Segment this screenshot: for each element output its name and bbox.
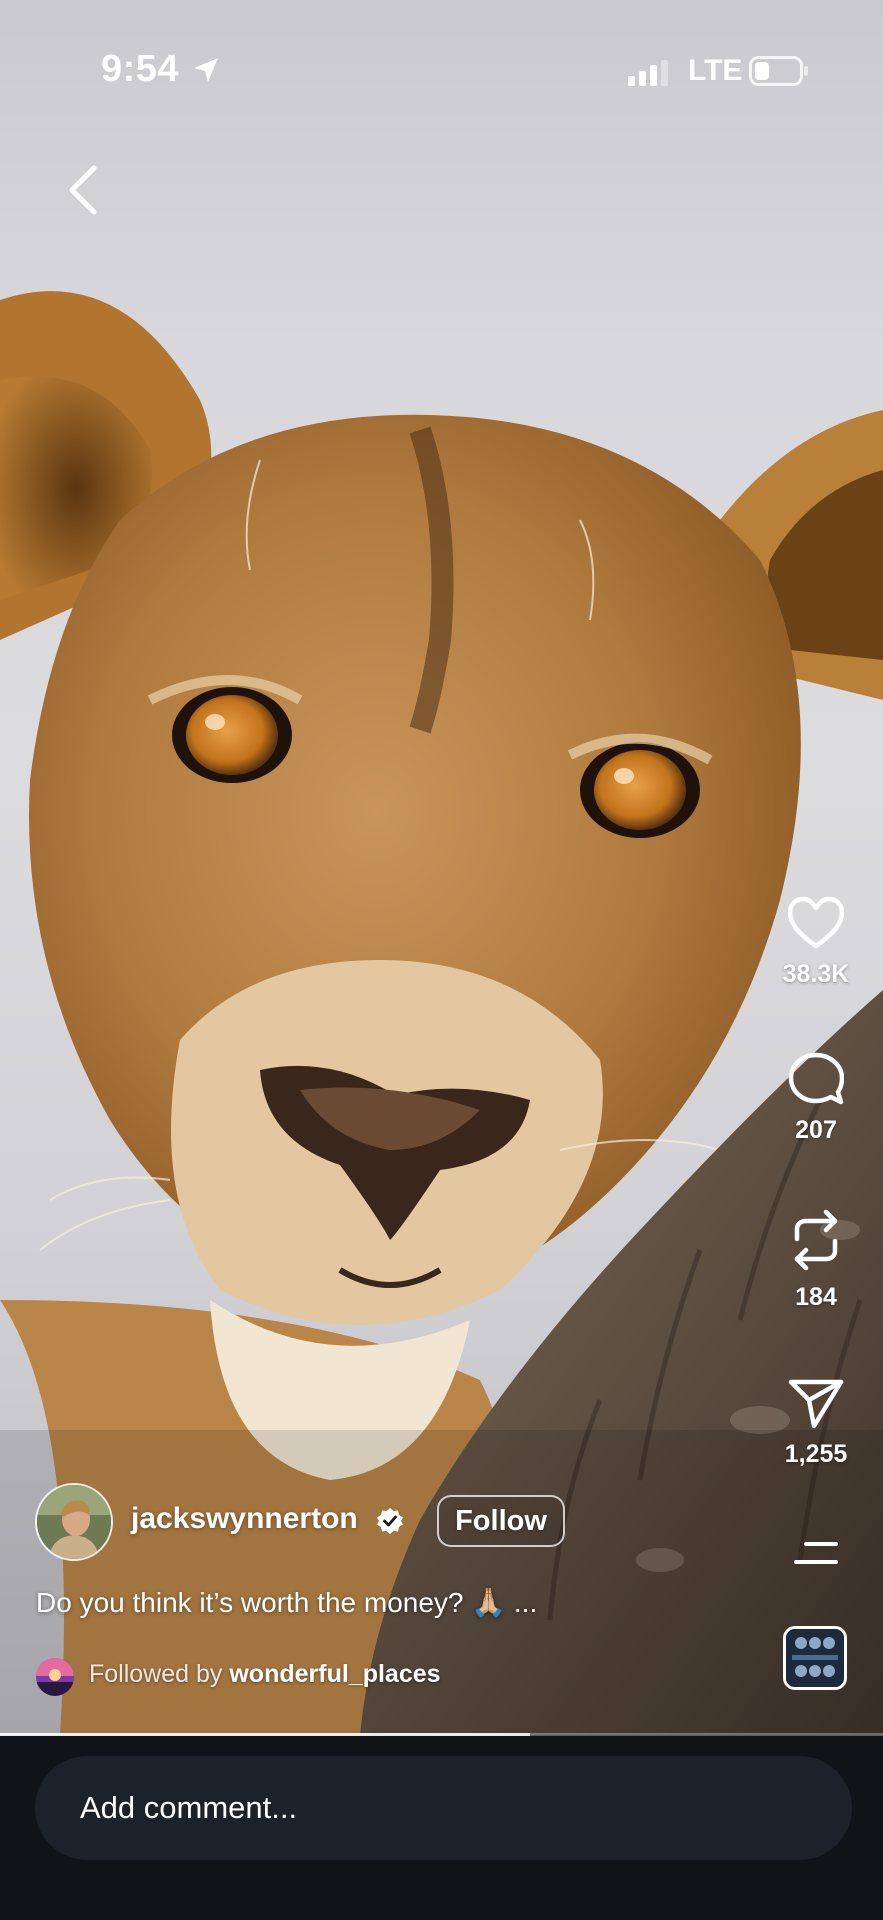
username[interactable]: jackswynnerton [131, 1502, 358, 1536]
comment-input[interactable]: Add comment... [35, 1756, 852, 1860]
cellular-signal-icon [628, 60, 668, 86]
avatar[interactable] [35, 1483, 113, 1561]
like-button[interactable]: 38.3K [770, 896, 862, 989]
repost-count: 184 [795, 1283, 837, 1311]
share-count: 1,255 [784, 1440, 848, 1468]
comment-bubble-icon [788, 1052, 844, 1105]
repost-button[interactable]: 184 [770, 1207, 862, 1312]
comment-count: 207 [795, 1116, 837, 1144]
audio-cover-image [786, 1629, 844, 1687]
followed-by-prefix: Followed by [89, 1660, 223, 1688]
battery-icon [749, 56, 808, 86]
reel-video[interactable] [0, 0, 883, 1735]
followed-by-avatar-image [36, 1658, 74, 1696]
comment-bar: Add comment... [0, 1736, 883, 1920]
status-time: 9:54 [101, 48, 180, 90]
more-lines-icon[interactable] [792, 1540, 840, 1566]
follow-button[interactable]: Follow [437, 1495, 565, 1547]
chevron-left-icon[interactable] [62, 164, 106, 216]
avatar-image [37, 1485, 111, 1559]
network-type: LTE [688, 54, 743, 87]
like-count: 38.3K [782, 960, 850, 988]
audio-thumbnail[interactable] [783, 1626, 847, 1690]
location-arrow-icon [194, 58, 218, 82]
heart-icon [787, 896, 845, 949]
followed-by-avatar [36, 1658, 74, 1696]
verified-badge-icon [377, 1508, 403, 1534]
paper-plane-icon [788, 1379, 844, 1429]
comment-button[interactable]: 207 [770, 1052, 862, 1145]
followed-by-text[interactable]: Followed by wonderful_places [89, 1660, 441, 1689]
status-bar: 9:54 LTE [0, 0, 883, 140]
post-caption[interactable]: Do you think it’s worth the money? 🙏🏼 ..… [36, 1586, 537, 1619]
lioness-photo [0, 291, 883, 1735]
repost-icon [794, 1209, 838, 1271]
share-button[interactable]: 1,255 [770, 1378, 862, 1469]
followed-by-user[interactable]: wonderful_places [229, 1660, 440, 1688]
